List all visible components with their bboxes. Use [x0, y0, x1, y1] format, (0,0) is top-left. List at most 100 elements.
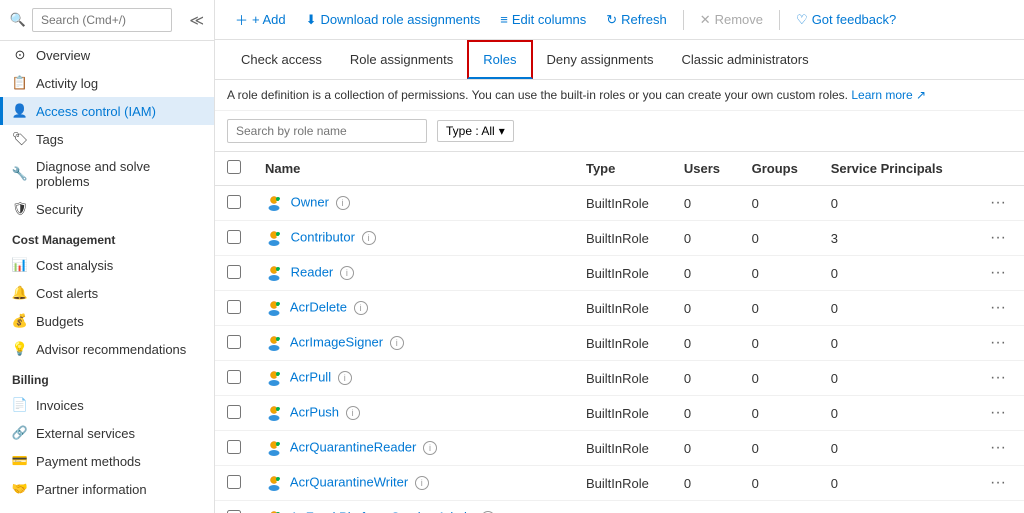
row-checkbox[interactable]	[227, 510, 241, 513]
row-ellipsis-button[interactable]: ···	[984, 367, 1012, 389]
download-button[interactable]: ⬇ Download role assignments	[298, 8, 489, 32]
sidebar-search-input[interactable]	[32, 8, 172, 32]
row-actions-cell: ···	[972, 501, 1024, 513]
type-filter[interactable]: Type : All ▾	[437, 120, 514, 142]
col-type[interactable]: Type	[574, 152, 672, 186]
role-name-link[interactable]: AgFood Platform Service Admin	[290, 509, 474, 513]
role-name-link[interactable]: Owner	[291, 194, 329, 209]
search-icon: 🔍	[10, 12, 26, 28]
row-checkbox[interactable]	[227, 335, 241, 349]
sidebar-item-tags[interactable]: 🏷 Tags	[0, 125, 214, 153]
row-type-cell: BuiltInRole	[574, 396, 672, 431]
row-ellipsis-button[interactable]: ···	[984, 227, 1012, 249]
row-ellipsis-button[interactable]: ···	[984, 507, 1012, 513]
sidebar-item-advisor-recommendations[interactable]: 💡 Advisor recommendations	[0, 335, 214, 363]
role-name-link[interactable]: AcrDelete	[290, 299, 347, 314]
row-ellipsis-button[interactable]: ···	[984, 437, 1012, 459]
row-groups-cell: 0	[740, 466, 819, 501]
info-icon[interactable]: i	[390, 336, 404, 350]
role-name-link[interactable]: AcrPush	[290, 404, 339, 419]
role-person-icon	[265, 264, 283, 282]
row-type-cell: BuiltInRole	[574, 326, 672, 361]
row-ellipsis-button[interactable]: ···	[984, 472, 1012, 494]
sidebar-item-external-services[interactable]: 🔗 External services	[0, 419, 214, 447]
tab-check-access[interactable]: Check access	[227, 42, 336, 79]
role-search-input[interactable]	[227, 119, 427, 143]
row-type-cell: BuiltInRole	[574, 256, 672, 291]
collapse-button[interactable]: ≪	[189, 12, 204, 29]
col-service-principals[interactable]: Service Principals	[819, 152, 972, 186]
role-name-link[interactable]: AcrQuarantineWriter	[290, 474, 408, 489]
row-ellipsis-button[interactable]: ···	[984, 192, 1012, 214]
info-icon[interactable]: i	[336, 196, 350, 210]
refresh-icon: ↻	[606, 12, 617, 28]
partner-icon: 🤝	[12, 481, 28, 497]
row-ellipsis-button[interactable]: ···	[984, 332, 1012, 354]
tab-role-assignments[interactable]: Role assignments	[336, 42, 467, 79]
advisor-icon: 💡	[12, 341, 28, 357]
col-name[interactable]: Name	[253, 152, 574, 186]
sidebar-item-cost-analysis[interactable]: 📊 Cost analysis	[0, 251, 214, 279]
remove-button[interactable]: ✕ Remove	[692, 8, 771, 32]
row-actions-cell: ···	[972, 186, 1024, 221]
role-name-link[interactable]: AcrImageSigner	[290, 334, 383, 349]
sidebar-item-invoices[interactable]: 📄 Invoices	[0, 391, 214, 419]
info-icon[interactable]: i	[415, 476, 429, 490]
row-checkbox[interactable]	[227, 405, 241, 419]
row-actions-cell: ···	[972, 466, 1024, 501]
sidebar-item-overview[interactable]: ⊙ Overview	[0, 41, 214, 69]
sidebar-item-diagnose[interactable]: 🔧 Diagnose and solve problems	[0, 153, 214, 195]
edit-columns-button[interactable]: ≡ Edit columns	[492, 8, 594, 31]
sidebar: 🔍 ≪ ⊙ Overview 📋 Activity log 👤 Access c…	[0, 0, 215, 513]
info-icon[interactable]: i	[340, 266, 354, 280]
role-person-icon	[265, 404, 283, 422]
row-ellipsis-button[interactable]: ···	[984, 402, 1012, 424]
sidebar-item-partner-information[interactable]: 🤝 Partner information	[0, 475, 214, 503]
row-groups-cell: 0	[740, 326, 819, 361]
info-icon[interactable]: i	[362, 231, 376, 245]
role-name-link[interactable]: Contributor	[291, 229, 355, 244]
select-all-checkbox[interactable]	[227, 160, 241, 174]
refresh-button[interactable]: ↻ Refresh	[598, 8, 674, 32]
row-ellipsis-button[interactable]: ···	[984, 262, 1012, 284]
row-checkbox[interactable]	[227, 440, 241, 454]
sidebar-item-cost-alerts[interactable]: 🔔 Cost alerts	[0, 279, 214, 307]
row-checkbox[interactable]	[227, 265, 241, 279]
role-name-link[interactable]: AcrQuarantineReader	[290, 439, 416, 454]
toolbar-divider	[683, 10, 684, 30]
sidebar-item-budgets[interactable]: 💰 Budgets	[0, 307, 214, 335]
role-name-link[interactable]: Reader	[291, 264, 334, 279]
table-row: Reader i BuiltInRole 0 0 0 ···	[215, 256, 1024, 291]
row-checkbox[interactable]	[227, 370, 241, 384]
row-ellipsis-button[interactable]: ···	[984, 297, 1012, 319]
feedback-button[interactable]: ♡ Got feedback?	[788, 8, 904, 32]
row-users-cell: 0	[672, 221, 740, 256]
info-icon[interactable]: i	[354, 301, 368, 315]
add-button[interactable]: ＋ + Add	[227, 6, 294, 33]
tab-deny-assignments[interactable]: Deny assignments	[533, 42, 668, 79]
learn-more-link[interactable]: Learn more ↗	[851, 88, 926, 102]
cost-analysis-icon: 📊	[12, 257, 28, 273]
row-type-cell: BuiltInRole	[574, 361, 672, 396]
toolbar: ＋ + Add ⬇ Download role assignments ≡ Ed…	[215, 0, 1024, 40]
tab-classic-administrators[interactable]: Classic administrators	[667, 42, 822, 79]
tab-roles[interactable]: Roles	[467, 40, 532, 79]
role-name-link[interactable]: AcrPull	[290, 369, 331, 384]
info-icon[interactable]: i	[423, 441, 437, 455]
row-users-cell: 0	[672, 256, 740, 291]
info-icon[interactable]: i	[346, 406, 360, 420]
row-checkbox[interactable]	[227, 300, 241, 314]
sidebar-item-access-control[interactable]: 👤 Access control (IAM)	[0, 97, 214, 125]
row-actions-cell: ···	[972, 291, 1024, 326]
table-header-row: Name Type Users Groups Service Principal…	[215, 152, 1024, 186]
row-service-principals-cell: 0	[819, 431, 972, 466]
col-groups[interactable]: Groups	[740, 152, 819, 186]
sidebar-item-payment-methods[interactable]: 💳 Payment methods	[0, 447, 214, 475]
row-checkbox[interactable]	[227, 195, 241, 209]
col-users[interactable]: Users	[672, 152, 740, 186]
info-icon[interactable]: i	[338, 371, 352, 385]
row-checkbox[interactable]	[227, 475, 241, 489]
sidebar-item-security[interactable]: 🛡 Security	[0, 195, 214, 223]
row-checkbox[interactable]	[227, 230, 241, 244]
sidebar-item-activity-log[interactable]: 📋 Activity log	[0, 69, 214, 97]
